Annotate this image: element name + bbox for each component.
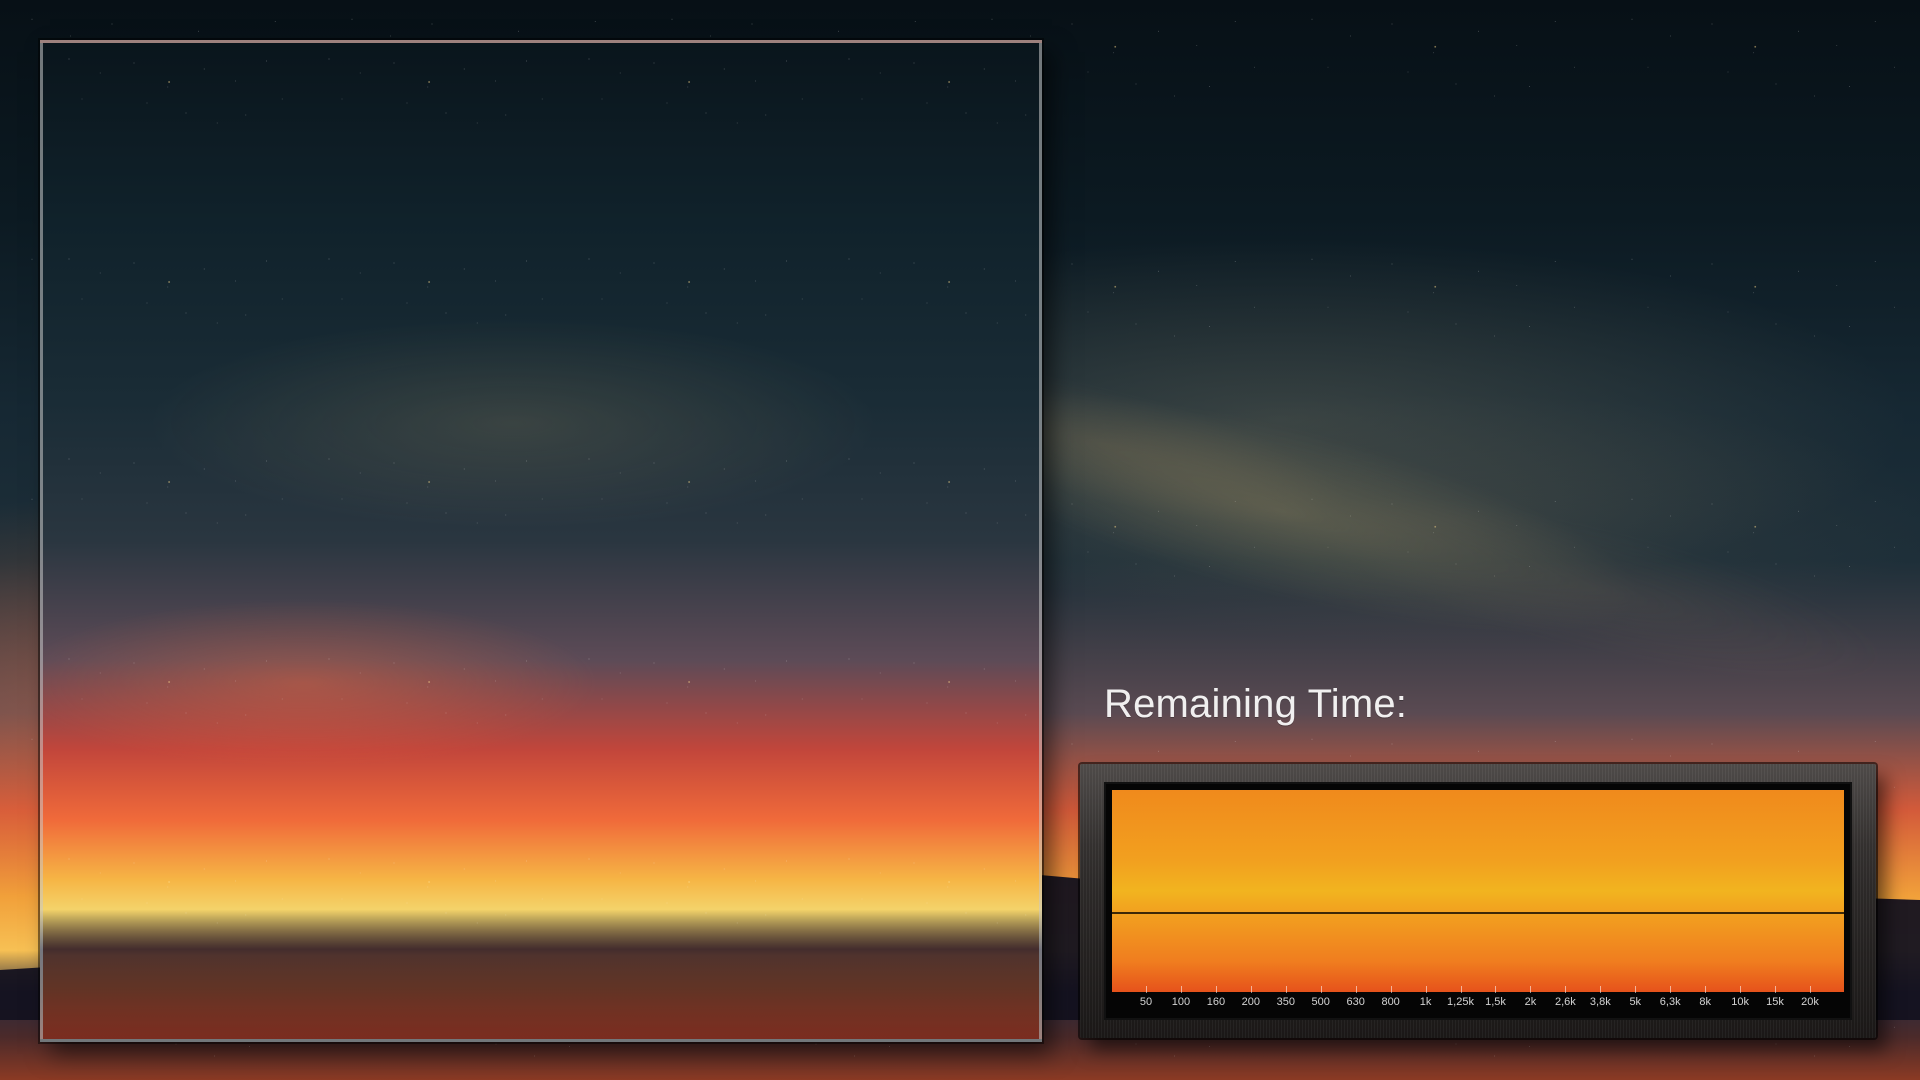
screen-background: Remaining Time: 50 100 160 200 350 500 630 800 1…	[0, 0, 1920, 1080]
frequency-tick-label: 2,6k	[1554, 996, 1576, 1008]
frequency-tick	[1600, 986, 1602, 993]
frequency-tick	[1565, 986, 1567, 993]
frequency-tick-label: 15k	[1766, 996, 1784, 1008]
frequency-tick-label: 200	[1241, 996, 1261, 1008]
frequency-tick	[1180, 986, 1182, 993]
frequency-tick-label: 2k	[1524, 996, 1537, 1008]
remaining-time-panel: 50 100 160 200 350 500 630 800 1k 1,25k 1,5k 2k 2,6k…	[1080, 764, 1876, 1038]
frequency-tick-label: 800	[1381, 996, 1400, 1008]
frequency-tick-label: 20k	[1801, 996, 1819, 1008]
frequency-tick	[1740, 986, 1742, 993]
frequency-tick	[1320, 986, 1322, 993]
frequency-tick-label: 3,8k	[1589, 996, 1611, 1008]
frequency-tick-label: 1k	[1419, 996, 1432, 1008]
photo-starfield	[43, 43, 1039, 1039]
frequency-tick	[1775, 986, 1777, 993]
water-reflection	[43, 919, 1039, 1039]
frequency-tick-label: 50	[1139, 996, 1153, 1008]
frequency-tick-label: 500	[1311, 996, 1330, 1008]
photo-frame	[40, 40, 1042, 1042]
meter-bezel: 50 100 160 200 350 500 630 800 1k 1,25k 1,5k 2k 2,6k…	[1104, 782, 1852, 1020]
frequency-axis: 50 100 160 200 350 500 630 800 1k 1,25k 1,5k 2k 2,6k…	[1112, 986, 1844, 1014]
frequency-tick	[1146, 986, 1147, 993]
frequency-tick	[1250, 986, 1252, 993]
frequency-tick	[1355, 986, 1357, 993]
frequency-tick-label: 10k	[1731, 996, 1749, 1008]
frequency-tick-label: 160	[1206, 996, 1226, 1008]
frequency-meter-fill	[1112, 790, 1844, 992]
frequency-tick-label: 1,5k	[1485, 996, 1506, 1008]
frequency-tick	[1705, 986, 1707, 993]
frequency-tick	[1810, 986, 1811, 993]
frequency-tick-label: 8k	[1699, 996, 1711, 1008]
frequency-tick-label: 630	[1346, 996, 1365, 1008]
frequency-tick-label: 1,25k	[1447, 996, 1474, 1008]
frequency-tick-label: 6,3k	[1659, 996, 1681, 1008]
frequency-tick	[1425, 986, 1427, 993]
frequency-tick	[1495, 986, 1497, 993]
remaining-time-title: Remaining Time:	[1104, 682, 1408, 726]
frequency-tick	[1635, 986, 1637, 993]
frequency-tick-label: 5k	[1629, 996, 1642, 1008]
frequency-tick-label: 100	[1171, 996, 1191, 1008]
frequency-tick	[1670, 986, 1672, 993]
frequency-tick-label: 350	[1276, 996, 1295, 1008]
frequency-tick	[1285, 986, 1287, 993]
frequency-tick	[1460, 986, 1462, 993]
frequency-tick	[1390, 986, 1392, 993]
frequency-tick	[1530, 986, 1532, 993]
meter-midline	[1112, 912, 1844, 914]
frequency-tick	[1215, 986, 1217, 993]
